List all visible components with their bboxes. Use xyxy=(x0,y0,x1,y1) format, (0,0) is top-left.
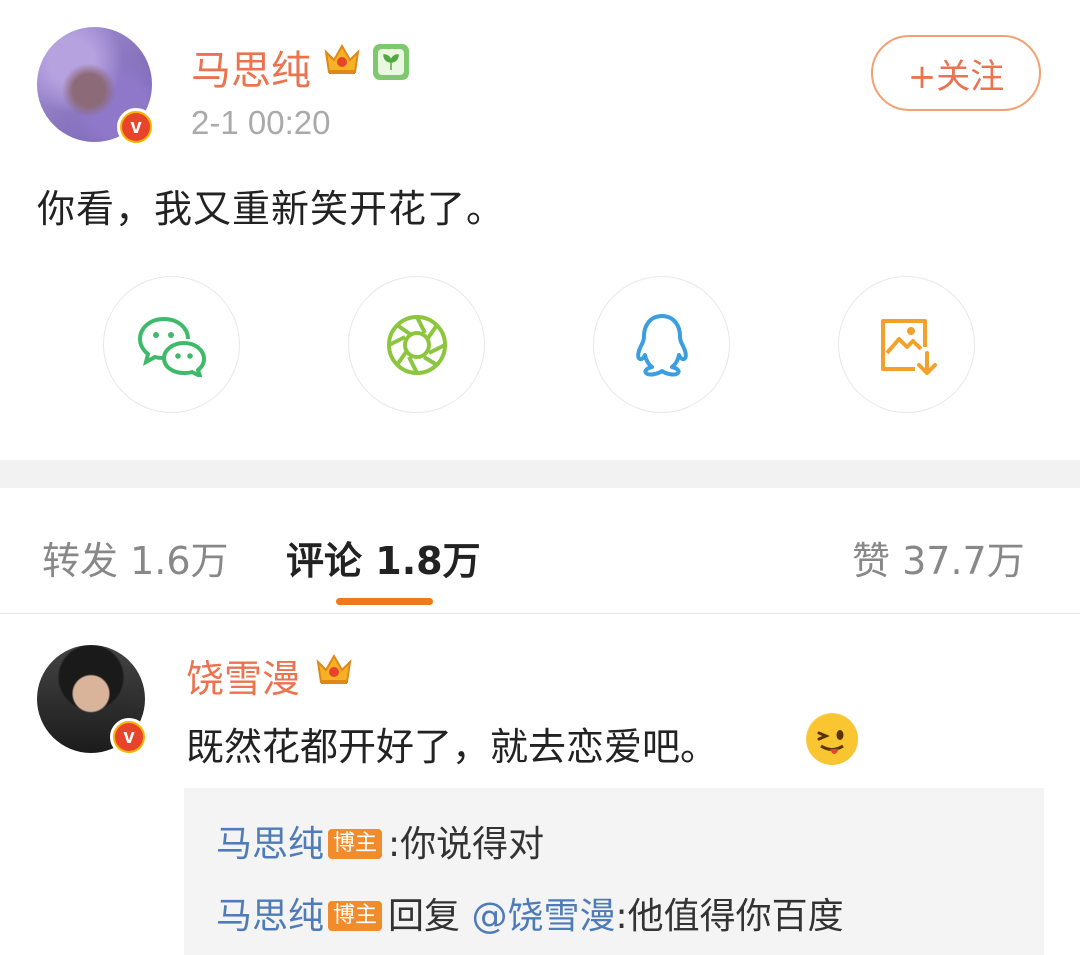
tab-repost[interactable]: 转发 1.6万 xyxy=(42,530,229,585)
save-image-icon xyxy=(880,318,937,375)
reply-text: 你说得对 xyxy=(400,824,545,865)
post-author-name[interactable]: 马思纯 xyxy=(191,38,311,96)
tab-comment[interactable]: 评论 1.8万 xyxy=(286,530,481,585)
share-wechat-button[interactable] xyxy=(103,276,240,413)
reply-item[interactable]: 马思纯 博主 回复 @饶雪漫:他值得你百度 xyxy=(216,887,844,939)
reply-item[interactable]: 马思纯 博主:你说得对 xyxy=(216,815,544,867)
wechat-icon xyxy=(137,316,206,377)
reply-text: :他值得你百度 xyxy=(615,896,844,937)
qq-icon xyxy=(635,313,688,376)
comment-text: 既然花都开好了，就去恋爱吧。 xyxy=(186,725,719,769)
verified-badge-icon: v xyxy=(110,718,148,756)
active-tab-indicator xyxy=(336,598,433,605)
reply-author[interactable]: 马思纯 xyxy=(216,896,324,937)
tab-like-count: 37.7万 xyxy=(902,539,1025,583)
post-timestamp: 2-1 00:20 xyxy=(191,104,331,141)
sprout-badge-icon[interactable] xyxy=(373,44,409,80)
tab-like[interactable]: 赞 37.7万 xyxy=(852,530,1025,585)
reply-word: 回复 xyxy=(388,896,461,937)
tab-repost-label: 转发 xyxy=(42,539,119,583)
save-image-button[interactable] xyxy=(838,276,975,413)
tab-comment-count: 1.8万 xyxy=(375,539,481,583)
tab-like-label: 赞 xyxy=(852,539,891,583)
comment-author-name[interactable]: 饶雪漫 xyxy=(186,648,300,703)
wink-tongue-emoji-icon xyxy=(806,713,858,765)
verified-badge-icon: v xyxy=(117,108,155,146)
crown-member-icon[interactable] xyxy=(314,650,354,697)
section-divider xyxy=(0,460,1080,488)
tabs-divider xyxy=(0,613,1080,614)
reply-separator: : xyxy=(388,824,401,865)
crown-member-icon[interactable] xyxy=(322,40,362,87)
follow-button[interactable]: +关注 xyxy=(871,35,1041,111)
post-text: 你看，我又重新笑开花了。 xyxy=(37,187,506,231)
reply-mention[interactable]: @饶雪漫 xyxy=(472,896,616,937)
share-moments-button[interactable] xyxy=(348,276,485,413)
moments-icon xyxy=(386,314,447,375)
share-qq-button[interactable] xyxy=(593,276,730,413)
reply-author[interactable]: 马思纯 xyxy=(216,824,324,865)
blogger-badge: 博主 xyxy=(328,829,383,859)
blogger-badge: 博主 xyxy=(328,901,383,931)
tab-comment-label: 评论 xyxy=(286,539,363,583)
tab-repost-count: 1.6万 xyxy=(130,539,229,583)
